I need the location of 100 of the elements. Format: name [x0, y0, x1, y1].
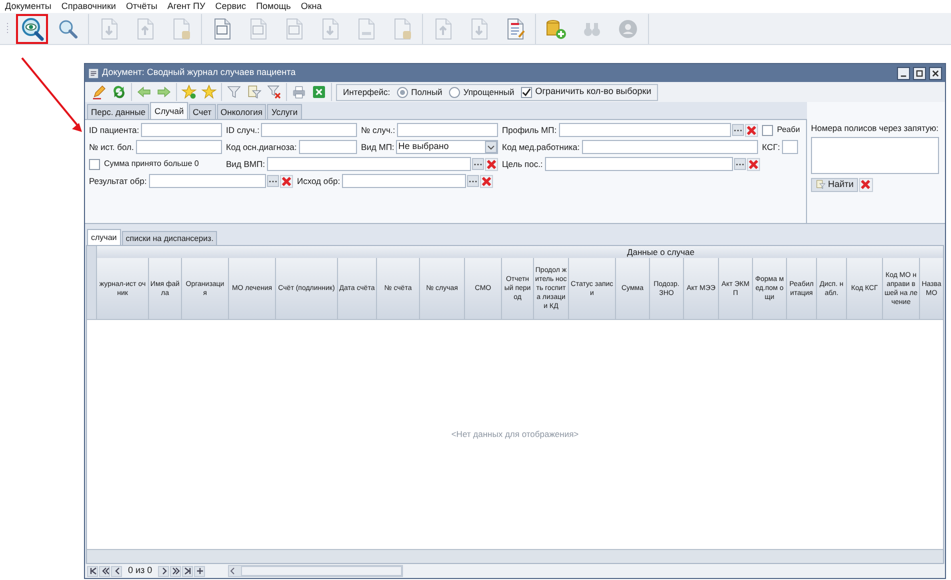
checkbox[interactable] [521, 86, 532, 98]
clear-button[interactable] [480, 174, 493, 188]
field-label: Код осн.диагноза: [226, 140, 298, 154]
tab[interactable]: списки на диспансериз. [122, 231, 218, 245]
recycle-icon [111, 84, 127, 100]
checkbox-label: Ограничить кол-во выборки [535, 85, 652, 98]
text-field[interactable] [397, 123, 498, 137]
spreadsheet-icon [311, 84, 327, 100]
field-label: Код мед.работника: [502, 140, 581, 154]
clear-button[interactable] [745, 124, 758, 136]
clear-icon [281, 176, 292, 186]
field-label: № ист. бол. [89, 140, 135, 154]
navigator-button[interactable] [182, 566, 194, 576]
navigator-button[interactable] [87, 566, 98, 576]
ellipsis-icon [474, 162, 482, 166]
checkbox[interactable] [89, 158, 100, 170]
navigator-button[interactable] [99, 566, 110, 576]
ellipsis-icon [469, 180, 477, 182]
text-field[interactable] [261, 123, 357, 137]
browse-button[interactable] [467, 175, 479, 187]
toolbar-button[interactable] [16, 14, 48, 44]
maximize-button[interactable] [913, 66, 926, 80]
right-arrow-icon [156, 84, 172, 100]
browse-button[interactable] [267, 175, 279, 187]
menu-item[interactable]: Отчёты [126, 0, 158, 14]
navigation-arrow-icon [172, 567, 180, 575]
find-button[interactable]: Найти [811, 178, 858, 192]
navigation-arrow-icon [100, 567, 108, 575]
maximize-icon [916, 70, 923, 76]
tab[interactable]: Услуги [267, 104, 302, 119]
clear-icon [746, 124, 757, 136]
menu-item[interactable]: Помощь [256, 0, 291, 14]
tab[interactable]: Случай [150, 102, 188, 119]
magnifier-eye-icon [20, 16, 44, 40]
record-position: 0 из 0 [127, 564, 154, 578]
text-field[interactable] [782, 140, 798, 154]
checkbox[interactable] [762, 124, 773, 136]
field-label: Цель пос.: [502, 158, 544, 170]
filter-icon [815, 179, 826, 190]
toolbar-button[interactable] [90, 83, 108, 101]
policies-field[interactable] [811, 136, 939, 174]
radio-label: Полный [411, 86, 442, 98]
browse-button[interactable] [732, 124, 744, 136]
scroll-thumb[interactable] [241, 566, 402, 576]
interface-label: Интерфейс: [343, 86, 390, 98]
navigator-button[interactable] [158, 566, 170, 576]
tab[interactable]: Онкология [216, 104, 266, 119]
pencil-icon [91, 84, 107, 100]
menu-item[interactable]: Агент ПУ [167, 0, 206, 14]
field-label: ID случ.: [226, 124, 260, 136]
lookup-field[interactable] [558, 123, 731, 137]
ellipsis-icon [736, 162, 744, 166]
dropdown-field[interactable]: Не выбрано [396, 140, 498, 154]
printer-icon [291, 84, 307, 100]
star-icon [181, 84, 197, 100]
field-label: Вид МП: [361, 140, 396, 154]
field-label: № случ.: [361, 124, 396, 136]
clear-icon [481, 176, 492, 186]
radio-button[interactable] [449, 86, 460, 98]
lookup-field[interactable] [544, 157, 733, 171]
plus-icon [196, 567, 204, 575]
toolbar-button[interactable] [180, 83, 198, 101]
ellipsis-icon [269, 180, 277, 182]
text-field[interactable] [136, 140, 222, 154]
text-field[interactable] [141, 123, 222, 137]
clear-icon [748, 158, 759, 170]
browse-button[interactable] [734, 158, 746, 170]
minimize-button[interactable] [897, 66, 910, 80]
clear-button[interactable] [485, 158, 498, 170]
browse-button[interactable] [472, 158, 484, 170]
lookup-field[interactable] [148, 174, 266, 188]
toolbar-button[interactable] [265, 83, 283, 101]
lookup-field[interactable] [342, 174, 466, 188]
menu-item[interactable]: Окна [300, 0, 322, 14]
empty-message: <Нет данных для отображения> [451, 428, 579, 441]
text-field[interactable] [582, 140, 758, 154]
navigation-arrow-icon [184, 567, 192, 575]
menu-item[interactable]: Сервис [215, 0, 246, 14]
tab[interactable]: Перс. данные [87, 104, 150, 119]
navigation-arrow-icon [88, 567, 96, 575]
toolbar-button[interactable] [310, 83, 328, 101]
menu-item[interactable]: Документы [5, 0, 52, 14]
clear-button[interactable] [747, 158, 760, 170]
navigator-button[interactable] [170, 566, 182, 576]
horizontal-scrollbar[interactable] [228, 565, 404, 577]
navigator-button[interactable] [111, 566, 122, 576]
lookup-field[interactable] [266, 157, 471, 171]
left-arrow-icon [136, 84, 152, 100]
field-label: КСГ: [762, 140, 781, 154]
radio-button[interactable] [397, 86, 408, 98]
close-button[interactable] [929, 66, 942, 80]
menu-item[interactable]: Справочники [61, 0, 116, 14]
clear-icon [486, 158, 497, 170]
policies-label: Номера полисов через запятую: [811, 122, 939, 135]
text-field[interactable] [298, 140, 357, 154]
tab[interactable]: случаи [87, 229, 121, 245]
navigator-button[interactable] [194, 566, 206, 576]
clear-button[interactable] [280, 174, 293, 188]
left-chevron-icon [229, 567, 236, 575]
tab[interactable]: Счет [188, 104, 216, 119]
